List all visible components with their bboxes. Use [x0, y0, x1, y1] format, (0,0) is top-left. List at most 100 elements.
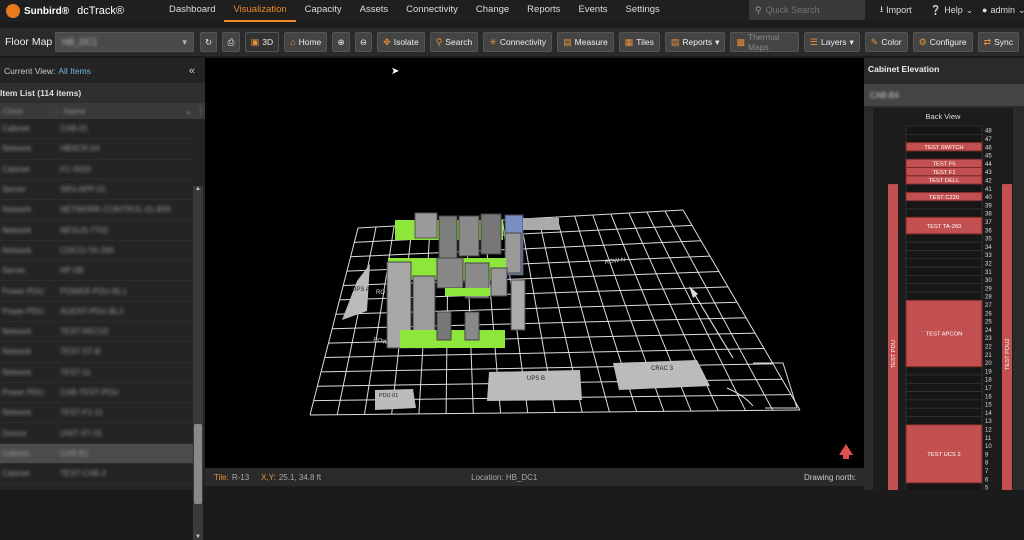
- sunbird-logo-icon: [6, 4, 20, 18]
- 3d-button[interactable]: ▣ 3D: [244, 32, 280, 52]
- left-pdu[interactable]: [888, 184, 898, 525]
- rack-unit-number: 17: [985, 386, 992, 392]
- rack-slot[interactable]: [905, 482, 983, 492]
- nav-visualization[interactable]: Visualization: [224, 0, 296, 22]
- zoom-out-button[interactable]: ⊖: [354, 32, 373, 52]
- search-button[interactable]: ⚲ Search: [429, 32, 479, 52]
- list-item[interactable]: Cabinet CAB-B1: [0, 443, 193, 465]
- list-item[interactable]: Power PDU POWER-PDU-BL1: [0, 281, 193, 302]
- rack-slot[interactable]: [905, 391, 983, 401]
- nav-capacity[interactable]: Capacity: [296, 0, 351, 22]
- column-class[interactable]: Class: [0, 107, 52, 116]
- list-item[interactable]: Network NETWORK-CONTROL-01-B55: [0, 200, 193, 221]
- list-item[interactable]: Cabinet TEST-CAB-2: [0, 464, 193, 485]
- list-scrollbar[interactable]: ▲ ▼: [193, 186, 203, 540]
- reports-button[interactable]: ▤ Reports ▾: [664, 32, 726, 52]
- print-button[interactable]: ⎙: [222, 32, 240, 52]
- rack-slot[interactable]: [905, 291, 983, 301]
- rack-device-label: TEST APCON: [926, 332, 963, 338]
- list-item[interactable]: Network NEXUS-7702: [0, 220, 193, 241]
- quick-search-input[interactable]: [765, 5, 856, 15]
- color-button[interactable]: ✎ Color: [864, 32, 908, 52]
- rack-unit-number: 47: [985, 137, 992, 143]
- floor-map-3d-view[interactable]: UPS A UPS B PDU 01 CRAC 3 RO ROW B ROW N: [205, 58, 864, 468]
- user-menu[interactable]: ● admin ⌄: [982, 0, 1024, 20]
- rack-elevation-view[interactable]: Back View 48 47 46 45 44 43 42 41 40 39 38 37 36 35 34 3…: [873, 108, 1013, 525]
- rack-unit-number: 19: [985, 369, 992, 375]
- connectivity-button[interactable]: ✳ Connectivity: [483, 32, 553, 52]
- list-item[interactable]: Server SRV-APP-01: [0, 180, 193, 201]
- rack-unit-number: 31: [985, 270, 992, 276]
- sync-button[interactable]: ⇄ Sync: [977, 32, 1020, 52]
- list-item[interactable]: Power PDU CAB-TEST-PDU: [0, 383, 193, 404]
- rack-slot[interactable]: [905, 399, 983, 409]
- rack-slot[interactable]: [905, 382, 983, 392]
- rack-slot[interactable]: [905, 150, 983, 160]
- thermal-maps-button[interactable]: ▩ Thermal Maps: [730, 32, 799, 52]
- list-item[interactable]: Network TEST-11: [0, 363, 193, 383]
- rack-slot[interactable]: [905, 250, 983, 260]
- rack-slot[interactable]: [905, 366, 983, 376]
- list-item[interactable]: Cabinet CAB-01: [0, 119, 193, 140]
- list-item[interactable]: Server HP-0B: [0, 261, 193, 282]
- floor-select[interactable]: HB_DC1 ▾: [54, 32, 194, 52]
- configure-button[interactable]: ⚙ Configure: [912, 32, 973, 52]
- list-item[interactable]: Network TEST-F1-11: [0, 403, 193, 424]
- collapse-panel-icon[interactable]: «: [189, 65, 195, 77]
- ups-b-block[interactable]: [487, 370, 582, 401]
- crac-block[interactable]: [613, 360, 710, 390]
- list-item[interactable]: Network TEST-REC02: [0, 322, 193, 343]
- list-item[interactable]: Cabinet FC-0023: [0, 160, 193, 180]
- quick-search[interactable]: ⚲: [749, 0, 865, 20]
- current-view-value[interactable]: All Items: [58, 66, 91, 76]
- nav-events[interactable]: Events: [569, 0, 616, 22]
- nav-dashboard[interactable]: Dashboard: [160, 0, 224, 22]
- chevron-down-icon[interactable]: ⌄: [185, 107, 192, 116]
- cabinet-row-b[interactable]: [386, 257, 526, 349]
- scroll-thumb[interactable]: [194, 424, 202, 504]
- rack-unit-number: 27: [985, 303, 992, 309]
- scroll-up-icon[interactable]: ▲: [195, 186, 201, 192]
- nav-change[interactable]: Change: [467, 0, 518, 22]
- measure-button[interactable]: ▤ Measure: [557, 32, 614, 52]
- rack-slot[interactable]: [905, 233, 983, 243]
- refresh-button[interactable]: ↻: [199, 32, 218, 52]
- layers-button[interactable]: ☰ Layers ▾: [803, 32, 860, 52]
- logo[interactable]: Sunbird® dcTrack®: [0, 4, 160, 18]
- rack-slot[interactable]: [905, 416, 983, 426]
- nav-assets[interactable]: Assets: [351, 0, 398, 22]
- search-icon: ⚲: [755, 4, 762, 15]
- zoom-in-button[interactable]: ⊕: [332, 32, 350, 52]
- rack-slot[interactable]: [905, 258, 983, 268]
- list-item[interactable]: Network TEST-ST-B: [0, 342, 193, 363]
- rack-device-label: TEST DELL: [929, 178, 961, 184]
- rack-slot[interactable]: [905, 200, 983, 210]
- list-item[interactable]: Power PDU AGENT-PDU-BL2: [0, 302, 193, 322]
- connectivity-label: Connectivity: [499, 37, 547, 47]
- nav-settings[interactable]: Settings: [616, 0, 668, 22]
- column-name[interactable]: Name: [64, 107, 85, 116]
- rack-slot[interactable]: [905, 133, 983, 143]
- rack-slot[interactable]: [905, 283, 983, 293]
- rack-slot[interactable]: [905, 374, 983, 384]
- tiles-button[interactable]: ▦ Tiles: [618, 32, 660, 52]
- rack-slot[interactable]: [905, 183, 983, 193]
- nav-reports[interactable]: Reports: [518, 0, 569, 22]
- import-link[interactable]: ⭳ Import: [880, 0, 912, 20]
- list-item[interactable]: Network CISCO-TA-260: [0, 241, 193, 262]
- list-item[interactable]: Network HBSCR-04: [0, 139, 193, 160]
- home-button[interactable]: ⌂ Home: [284, 32, 328, 52]
- scroll-down-icon[interactable]: ▼: [195, 534, 201, 540]
- isolate-button[interactable]: ✥ Isolate: [377, 32, 425, 52]
- rack-slot[interactable]: [905, 275, 983, 284]
- rack-slot[interactable]: [905, 208, 983, 218]
- list-item[interactable]: Device UNIT-ST-01: [0, 423, 193, 444]
- floor-map-3d-canvas[interactable]: UPS A UPS B PDU 01 CRAC 3 RO ROW B ROW N: [205, 58, 864, 468]
- nav-connectivity[interactable]: Connectivity: [397, 0, 467, 22]
- help-menu[interactable]: ❔ Help ⌄: [930, 0, 973, 20]
- rack-slot[interactable]: [905, 125, 983, 135]
- rack-slot[interactable]: [905, 407, 983, 417]
- rack-slot[interactable]: [905, 241, 983, 251]
- right-pdu[interactable]: [1002, 184, 1012, 525]
- rack-slot[interactable]: [905, 266, 983, 276]
